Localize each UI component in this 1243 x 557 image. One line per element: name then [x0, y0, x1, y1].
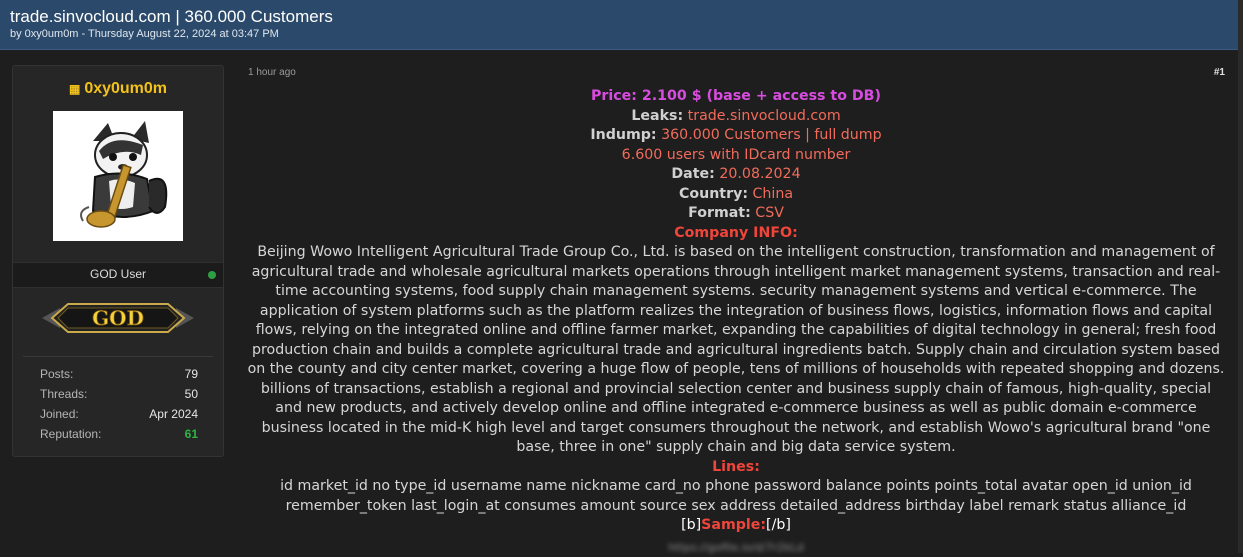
company-info-heading: Company INFO: — [244, 224, 1228, 244]
country-label: Country: — [679, 186, 748, 202]
thread-title[interactable]: trade.sinvocloud.com | 360.000 Customers — [10, 7, 333, 27]
country-value: China — [753, 186, 794, 202]
leaks-value: trade.sinvocloud.com — [688, 108, 841, 124]
stat-posts: Posts: 79 — [40, 367, 198, 387]
avatar[interactable] — [53, 111, 183, 241]
sample-line: [b]Sample:[/b] — [244, 516, 1228, 536]
format-value: CSV — [755, 205, 784, 221]
idcard-line: 6.600 users with IDcard number — [244, 146, 1228, 166]
god-rank-badge: GOD — [38, 298, 198, 338]
rank-label: GOD User — [13, 267, 223, 281]
user-title-icon: ▦ — [69, 82, 80, 96]
post-timestamp[interactable]: 1 hour ago — [248, 67, 296, 78]
profile-divider — [23, 356, 213, 357]
author-username-block[interactable]: ▦ 0xy0um0m — [13, 80, 223, 98]
stat-value: 79 — [185, 367, 198, 381]
format-label: Format: — [688, 205, 751, 221]
leaks-label: Leaks: — [631, 108, 683, 124]
reputation-value[interactable]: 61 — [185, 427, 198, 441]
stat-threads: Threads: 50 — [40, 387, 198, 407]
stat-label: Posts: — [40, 367, 73, 381]
company-description: Beijing Wowo Intelligent Agricultural Tr… — [244, 243, 1228, 458]
stat-joined: Joined: Apr 2024 — [40, 407, 198, 427]
date-value: 20.08.2024 — [719, 166, 800, 182]
lines-heading: Lines: — [244, 458, 1228, 478]
stat-label: Joined: — [40, 407, 79, 421]
author-username[interactable]: 0xy0um0m — [84, 80, 167, 97]
indump-value: 360.000 Customers | full dump — [661, 127, 882, 143]
price-line: Price: 2.100 $ (base + access to DB) — [244, 87, 1228, 107]
indump-label: Indump: — [590, 127, 656, 143]
stat-value: 50 — [185, 387, 198, 401]
stat-label: Reputation: — [40, 427, 101, 441]
bbcode-open: [b] — [681, 517, 701, 533]
country-line: Country: China — [244, 185, 1228, 205]
online-status-indicator — [208, 271, 216, 279]
avatar-image — [53, 111, 183, 241]
post-body: Price: 2.100 $ (base + access to DB) Lea… — [244, 87, 1228, 557]
date-line: Date: 20.08.2024 — [244, 165, 1228, 185]
lines-columns: id market_id no type_id username name ni… — [244, 477, 1228, 516]
thread-header: trade.sinvocloud.com | 360.000 Customers… — [0, 0, 1238, 50]
sample-link-blurred[interactable]: https://gofile.io/d/7r2kLd — [668, 538, 804, 557]
format-line: Format: CSV — [244, 204, 1228, 224]
author-stats: Posts: 79 Threads: 50 Joined: Apr 2024 R… — [40, 367, 198, 447]
stat-value: Apr 2024 — [149, 407, 198, 421]
bbcode-close: [/b] — [766, 517, 791, 533]
post-number-link[interactable]: #1 — [1214, 67, 1225, 78]
date-label: Date: — [671, 166, 714, 182]
author-profile-card: ▦ 0xy0um0m GOD User GOD — [12, 65, 224, 457]
rank-badge-graphic: GOD — [38, 298, 198, 338]
scrollbar[interactable] — [1238, 0, 1243, 553]
sample-heading: Sample: — [701, 517, 766, 533]
indump-line: Indump: 360.000 Customers | full dump — [244, 126, 1228, 146]
rank-bar: GOD User — [13, 262, 223, 288]
stat-label: Threads: — [40, 387, 87, 401]
thread-byline: by 0xy0um0m - Thursday August 22, 2024 a… — [10, 28, 279, 40]
stat-reputation: Reputation: 61 — [40, 427, 198, 447]
rank-badge-text: GOD — [92, 306, 144, 330]
leaks-line: Leaks: trade.sinvocloud.com — [244, 107, 1228, 127]
